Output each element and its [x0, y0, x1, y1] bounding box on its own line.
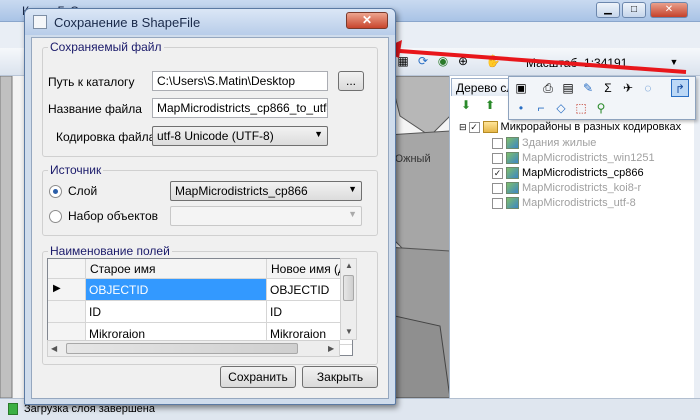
chevron-down-icon: ▼: [314, 129, 323, 139]
collapse-icon[interactable]: ⊟: [459, 122, 467, 133]
tree-checkbox[interactable]: ✓: [468, 121, 480, 133]
encoding-value: utf-8 Unicode (UTF-8): [157, 129, 274, 143]
browse-button[interactable]: ...: [338, 71, 364, 91]
minimize-button[interactable]: ▁: [596, 2, 620, 18]
folder-icon: [482, 121, 498, 133]
layer-icon: [506, 182, 519, 194]
file-group-title: Сохраняемый файл: [48, 40, 164, 54]
tree-item[interactable]: ✓ MapMicrodistricts_cp866: [492, 167, 644, 179]
polygon-icon[interactable]: ◇: [552, 99, 570, 117]
scroll-right-icon[interactable]: ▶: [328, 344, 334, 353]
main-close-button[interactable]: ✕: [650, 2, 688, 18]
fields-group-title: Наименование полей: [48, 244, 172, 258]
tree-item[interactable]: MapMicrodistricts_win1251: [492, 152, 655, 164]
objects-radio-label: Набор объектов: [68, 209, 159, 223]
move-down-icon[interactable]: ⬇: [457, 96, 475, 114]
encoding-select[interactable]: utf-8 Unicode (UTF-8) ▼: [152, 126, 328, 146]
dialog-body: Сохраняемый файл Путь к каталогу C:\User…: [31, 37, 389, 399]
filename-label: Название файла: [48, 102, 142, 116]
tree-root-label: Микрорайоны в разных кодировках: [500, 121, 682, 133]
tree-item-label: MapMicrodistricts_win1251: [522, 152, 655, 164]
scroll-left-icon[interactable]: ◀: [51, 344, 57, 353]
scroll-down-icon[interactable]: ▼: [345, 327, 353, 336]
layer-icon: [506, 152, 519, 164]
map-label: Южный: [392, 153, 431, 165]
tree-checkbox[interactable]: [492, 152, 503, 164]
grid-horizontal-scrollbar[interactable]: ◀ ▶: [47, 340, 340, 357]
dialog-close-button[interactable]: ✕: [346, 12, 388, 29]
objects-select[interactable]: ▼: [170, 206, 362, 226]
vertical-scroll-thumb[interactable]: [343, 275, 354, 301]
source-group-title: Источник: [48, 163, 104, 177]
dialog-title: Сохранение в ShapeFile: [54, 15, 201, 30]
tree-item[interactable]: MapMicrodistricts_utf-8: [492, 197, 636, 209]
layer-radio-label: Слой: [68, 184, 98, 198]
save-button[interactable]: Сохранить: [220, 366, 296, 388]
tree-item-label: MapMicrodistricts_cp866: [522, 167, 644, 179]
row-pointer-icon[interactable]: ▶: [48, 279, 86, 301]
tree-checkbox[interactable]: [492, 137, 503, 149]
encoding-label: Кодировка файла: [56, 130, 156, 144]
map-region: [0, 76, 13, 398]
source-groupbox: [42, 170, 378, 236]
dialog-titlebar[interactable]: Сохранение в ShapeFile ✕: [25, 9, 395, 35]
red-arrow-annotation: [380, 40, 687, 74]
layer-radio[interactable]: [49, 185, 62, 198]
tree-item[interactable]: Здания жилые: [492, 137, 596, 149]
select-area-icon[interactable]: ⬚: [572, 99, 590, 117]
tree-item[interactable]: MapMicrodistricts_koi8-r: [492, 182, 641, 194]
layer-icon: [506, 167, 519, 179]
dialog-app-icon: [33, 15, 47, 29]
layer-icon: [506, 197, 519, 209]
grid-cell-old-name[interactable]: OBJECTID: [86, 279, 267, 301]
tree-checkbox[interactable]: [492, 197, 503, 209]
status-indicator-icon: [8, 403, 18, 415]
line-icon[interactable]: ⌐: [532, 99, 550, 117]
tree-item-label: MapMicrodistricts_utf-8: [522, 197, 636, 209]
scroll-up-icon[interactable]: ▲: [345, 261, 353, 270]
layer-select-value: MapMicrodistricts_cp866: [175, 184, 308, 198]
search-icon[interactable]: ⚲: [592, 99, 610, 117]
grid-column-header[interactable]: Старое имя: [86, 259, 267, 279]
tree-checkbox[interactable]: ✓: [492, 167, 503, 179]
path-label: Путь к каталогу: [48, 75, 135, 89]
grid-corner-header: [48, 259, 86, 279]
tree-checkbox[interactable]: [492, 182, 503, 194]
objects-radio[interactable]: [49, 210, 62, 223]
tree-item-label: Здания жилые: [522, 137, 597, 149]
save-shapefile-dialog: Сохранение в ShapeFile ✕ Сохраняемый фай…: [24, 8, 396, 405]
move-up-icon[interactable]: ⬆: [481, 96, 499, 114]
close-button[interactable]: Закрыть: [302, 366, 378, 388]
maximize-button[interactable]: □: [622, 2, 646, 18]
tree-root-row[interactable]: ⊟ ✓ Микрорайоны в разных кодировках: [459, 121, 681, 133]
point-icon[interactable]: •: [512, 99, 530, 117]
chevron-down-icon: ▼: [348, 184, 357, 194]
horizontal-scroll-thumb[interactable]: [66, 343, 298, 354]
grid-cell-old-name[interactable]: ID: [86, 301, 267, 323]
layer-tree-toolbar: ⬇ ⬆: [451, 96, 511, 116]
layer-select[interactable]: MapMicrodistricts_cp866 ▼: [170, 181, 362, 201]
radio-selected-dot: [53, 189, 58, 194]
path-field[interactable]: C:\Users\S.Matin\Desktop: [152, 71, 328, 91]
grid-vertical-scrollbar[interactable]: ▲ ▼: [340, 258, 357, 340]
chevron-down-icon: ▼: [348, 209, 357, 219]
grid-row-header[interactable]: [48, 301, 86, 323]
filename-field[interactable]: MapMicrodistricts_cp866_to_utf8: [152, 98, 328, 118]
tree-item-label: MapMicrodistricts_koi8-r: [522, 182, 642, 194]
layer-icon: [506, 137, 519, 149]
